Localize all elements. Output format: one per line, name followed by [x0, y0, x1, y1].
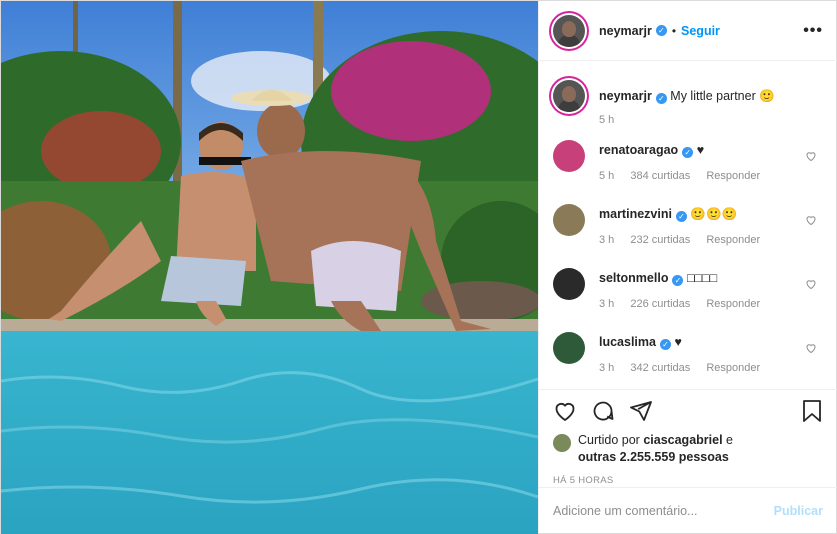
liker-avatar[interactable]	[553, 434, 571, 452]
verified-icon: ✓	[675, 211, 687, 222]
comment-item: martinezvini ✓ 🙂🙂🙂 3 h 232 curtidas Respo…	[553, 204, 823, 246]
verified-icon: ✓	[659, 339, 671, 350]
posted-time[interactable]: HÁ 5 HORAS	[553, 475, 823, 486]
comment-time[interactable]: 3 h	[599, 362, 614, 374]
heart-icon[interactable]	[553, 399, 577, 423]
comment-text: □□□□	[686, 271, 718, 285]
more-icon[interactable]: •••	[803, 22, 823, 40]
instagram-post-window: neymarjr ✓ • Seguir ••• neymarjr ✓ My lit…	[0, 0, 837, 534]
comment-username[interactable]: martinezvini	[599, 207, 672, 221]
caption-username[interactable]: neymarjr	[599, 89, 652, 103]
comment-input[interactable]: Adicione um comentário...	[553, 504, 698, 518]
caption-time[interactable]: 5 h	[599, 114, 614, 126]
comment-meta: 3 h 226 curtidas Responder	[599, 298, 823, 310]
post-header: neymarjr ✓ • Seguir •••	[539, 1, 837, 61]
comment-likes[interactable]: 342 curtidas	[630, 362, 690, 374]
likes-count[interactable]: outras 2.255.559 pessoas	[578, 450, 729, 464]
add-comment-bar: Adicione um comentário... Publicar	[539, 487, 837, 533]
author-username[interactable]: neymarjr	[599, 24, 652, 38]
liker-username[interactable]: ciascagabriel	[643, 433, 722, 447]
follow-button[interactable]: Seguir	[681, 24, 720, 38]
action-icons	[553, 390, 823, 432]
comment-avatar[interactable]	[553, 204, 585, 236]
comment-item: lucaslima ✓ ♥ 3 h 342 curtidas Responder	[553, 332, 823, 374]
caption-text: My little partner 🙂	[670, 89, 775, 103]
liked-by: Curtido por ciascagabriel e outras 2.255…	[553, 432, 823, 466]
liked-by-middle: e	[726, 433, 733, 447]
caption-avatar[interactable]	[553, 80, 585, 112]
share-icon[interactable]	[629, 399, 653, 423]
comment-meta: 5 h 384 curtidas Responder	[599, 170, 823, 182]
comment-time[interactable]: 3 h	[599, 234, 614, 246]
separator-dot: •	[671, 23, 677, 38]
reply-button[interactable]: Responder	[706, 362, 760, 374]
comment-icon[interactable]	[591, 399, 615, 423]
comment-meta: 3 h 232 curtidas Responder	[599, 234, 823, 246]
comment-avatar[interactable]	[553, 268, 585, 300]
liked-by-prefix: Curtido por	[578, 433, 640, 447]
verified-icon: ✓	[655, 25, 667, 36]
comment-username[interactable]: renatoaragao	[599, 143, 678, 157]
post-side-panel: neymarjr ✓ • Seguir ••• neymarjr ✓ My lit…	[538, 1, 837, 533]
caption-item: neymarjr ✓ My little partner 🙂 5 h	[553, 62, 823, 126]
liked-by-text: Curtido por ciascagabriel e outras 2.255…	[578, 432, 733, 466]
post-photo[interactable]	[1, 1, 538, 534]
heart-icon[interactable]	[805, 342, 817, 354]
comment-time[interactable]: 3 h	[599, 298, 614, 310]
reply-button[interactable]: Responder	[706, 234, 760, 246]
comment-avatar[interactable]	[553, 332, 585, 364]
heart-icon[interactable]	[805, 214, 817, 226]
verified-icon: ✓	[672, 275, 684, 286]
comment-username[interactable]: seltonmello	[599, 271, 668, 285]
comment-text: ♥	[696, 143, 705, 157]
heart-icon[interactable]	[805, 278, 817, 290]
comment-avatar[interactable]	[553, 140, 585, 172]
post-actions: Curtido por ciascagabriel e outras 2.255…	[539, 389, 837, 486]
reply-button[interactable]: Responder	[706, 298, 760, 310]
comment-text: 🙂🙂🙂	[690, 207, 738, 221]
comment-likes[interactable]: 384 curtidas	[630, 170, 690, 182]
author-avatar[interactable]	[553, 14, 585, 47]
comment-username[interactable]: lucaslima	[599, 335, 656, 349]
bookmark-icon[interactable]	[801, 399, 823, 423]
comment-likes[interactable]: 226 curtidas	[630, 298, 690, 310]
comment-meta: 3 h 342 curtidas Responder	[599, 362, 823, 374]
comment-item: renatoaragao ✓ ♥ 5 h 384 curtidas Respond…	[553, 140, 823, 182]
verified-icon: ✓	[682, 147, 694, 158]
comment-likes[interactable]: 232 curtidas	[630, 234, 690, 246]
comment-item: seltonmello ✓ □□□□ 3 h 226 curtidas Respo…	[553, 268, 823, 310]
caption-meta: 5 h	[599, 114, 823, 126]
comment-time[interactable]: 5 h	[599, 170, 614, 182]
reply-button[interactable]: Responder	[706, 170, 760, 182]
comments-list[interactable]: neymarjr ✓ My little partner 🙂 5 h renato…	[539, 62, 837, 388]
comment-text: ♥	[674, 335, 682, 349]
photo-illustration	[1, 1, 538, 534]
publish-button[interactable]: Publicar	[774, 504, 823, 518]
verified-icon: ✓	[655, 93, 667, 104]
heart-icon[interactable]	[805, 150, 817, 162]
